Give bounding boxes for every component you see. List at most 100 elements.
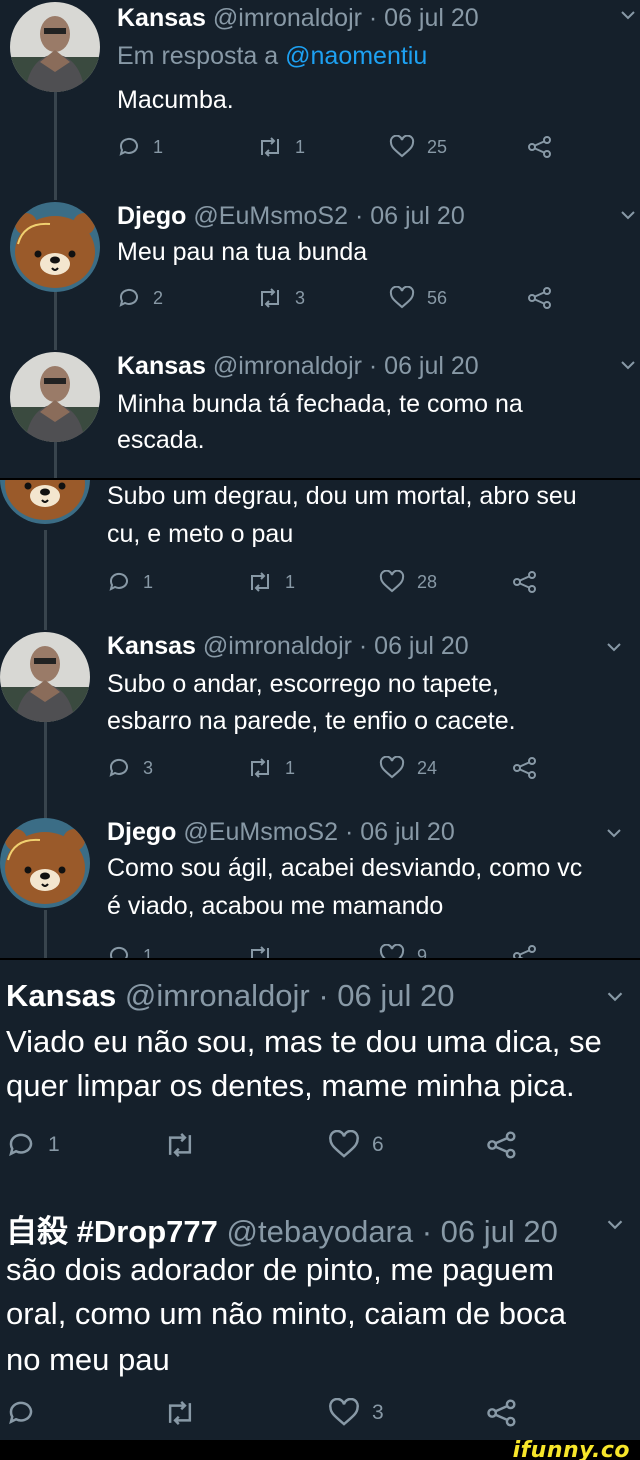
tweet-text-line: Viado eu não sou, mas te dou uma dica, s… [6,1024,602,1059]
handle[interactable]: @EuMsmoS2 [193,202,348,230]
retweet-button[interactable]: 3 [257,286,305,310]
like-button[interactable]: 9 [379,944,427,958]
chevron-down-icon[interactable] [620,208,636,226]
display-name[interactable]: Kansas [6,978,116,1013]
tweet[interactable]: Kansas @imronaldojr · 06 jul 20 Subo o a… [0,630,640,810]
display-name[interactable]: Kansas [117,4,206,32]
timestamp[interactable]: · 06 jul 20 [318,978,454,1013]
timestamp[interactable]: · 06 jul 20 [422,1214,558,1249]
timestamp[interactable]: · 06 jul 20 [369,4,479,32]
retweet-icon [168,1133,192,1157]
share-button[interactable] [512,570,538,594]
handle[interactable]: @imronaldojr [125,978,310,1013]
retweet-icon [251,946,269,958]
reply-count: 1 [48,1133,60,1156]
reply-icon [109,946,128,958]
chevron-down-icon[interactable] [620,358,636,376]
chevron-down-icon[interactable] [606,990,624,1008]
handle[interactable]: @tebayodara [227,1214,414,1249]
share-button[interactable] [486,1130,518,1160]
reply-button[interactable]: 1 [6,1130,60,1160]
avatar[interactable] [0,480,90,524]
reply-button[interactable]: 3 [107,756,153,780]
like-count: 28 [417,571,438,592]
tweet-text-line: escada. [117,426,205,454]
tweet-text-line: no meu pau [6,1342,170,1377]
reply-mention[interactable]: @naomentiu [285,42,427,70]
share-button[interactable] [527,135,553,159]
like-count: 6 [372,1133,384,1156]
share-icon [528,136,551,158]
reply-button[interactable]: 1 [117,135,163,159]
retweet-button[interactable] [247,944,273,958]
heart-icon [389,135,415,158]
heart-icon [379,756,405,779]
share-icon [487,1131,516,1159]
display-name[interactable]: Kansas [117,352,206,380]
tweet[interactable]: Djego @EuMsmoS2 · 06 jul 20 Como sou ági… [0,816,640,958]
like-button[interactable]: 6 [328,1130,384,1160]
like-count: 3 [372,1401,384,1424]
chevron-down-icon[interactable] [606,1218,624,1236]
share-button[interactable] [512,756,538,780]
reply-button[interactable]: 1 [107,570,153,594]
heart-icon [389,286,415,309]
reply-icon [9,1133,33,1157]
heart-icon [379,944,405,958]
tweet-header: Djego @EuMsmoS2 · 06 jul 20 [117,202,465,231]
display-name[interactable]: 自殺 #Drop777 [6,1214,218,1249]
avatar[interactable] [0,632,90,722]
display-name[interactable]: Kansas [107,632,196,660]
reply-button[interactable]: 1 [107,944,153,958]
avatar[interactable] [0,818,90,908]
tweet-text-line: oral, como um não minto, caiam de boca [6,1296,566,1331]
tweet[interactable]: Kansas @imronaldojr · 06 jul 20 Em respo… [0,0,640,190]
avatar[interactable] [10,202,100,292]
like-button[interactable]: 28 [379,570,437,594]
handle[interactable]: @imronaldojr [213,352,362,380]
reply-button[interactable]: 2 [117,286,163,310]
like-button[interactable]: 3 [328,1398,384,1428]
action-bar: 1 9 [107,944,547,958]
retweet-button[interactable] [164,1130,208,1160]
retweet-button[interactable]: 1 [247,570,295,594]
like-button[interactable]: 56 [389,286,447,310]
reply-button[interactable] [6,1398,48,1428]
retweet-icon [261,137,279,157]
timestamp[interactable]: · 06 jul 20 [369,352,479,380]
share-button[interactable] [527,286,553,310]
reply-icon [119,137,138,156]
like-button[interactable]: 24 [379,756,437,780]
avatar[interactable] [10,352,100,442]
tweet-header: Kansas @imronaldojr · 06 jul 20 [117,352,479,381]
handle[interactable]: @imronaldojr [213,4,362,32]
share-button[interactable] [512,944,538,958]
timestamp[interactable]: · 06 jul 20 [345,818,455,846]
display-name[interactable]: Djego [117,202,186,230]
tweet[interactable]: Kansas @imronaldojr · 06 jul 20 Minha bu… [0,350,640,480]
tweet[interactable]: 自殺 #Drop777 @tebayodara · 06 jul 20 são … [0,1196,640,1440]
retweet-button[interactable] [164,1398,208,1428]
reply-count: 1 [153,136,164,157]
timestamp[interactable]: · 06 jul 20 [359,632,469,660]
tweet[interactable]: Subo um degrau, dou um mortal, abro seu … [0,480,640,630]
like-button[interactable]: 25 [389,135,447,159]
retweet-button[interactable]: 1 [247,756,295,780]
timestamp[interactable]: · 06 jul 20 [355,202,465,230]
display-name[interactable]: Djego [107,818,176,846]
tweet[interactable]: Kansas @imronaldojr · 06 jul 20 Viado eu… [0,960,640,1190]
chevron-down-icon[interactable] [620,8,636,26]
share-button[interactable] [486,1398,518,1428]
tweet-header: Kansas @imronaldojr · 06 jul 20 [107,632,469,661]
handle[interactable]: @EuMsmoS2 [183,818,338,846]
like-count: 24 [417,757,438,778]
retweet-button[interactable]: 1 [257,135,305,159]
chevron-down-icon[interactable] [606,826,622,844]
like-count: 56 [427,287,448,308]
chevron-down-icon[interactable] [606,640,622,658]
avatar[interactable] [10,2,100,92]
retweet-count: 3 [295,287,306,308]
handle[interactable]: @imronaldojr [203,632,352,660]
tweet[interactable]: Djego @EuMsmoS2 · 06 jul 20 Meu pau na t… [0,190,640,350]
action-bar: 3 [6,1398,526,1434]
